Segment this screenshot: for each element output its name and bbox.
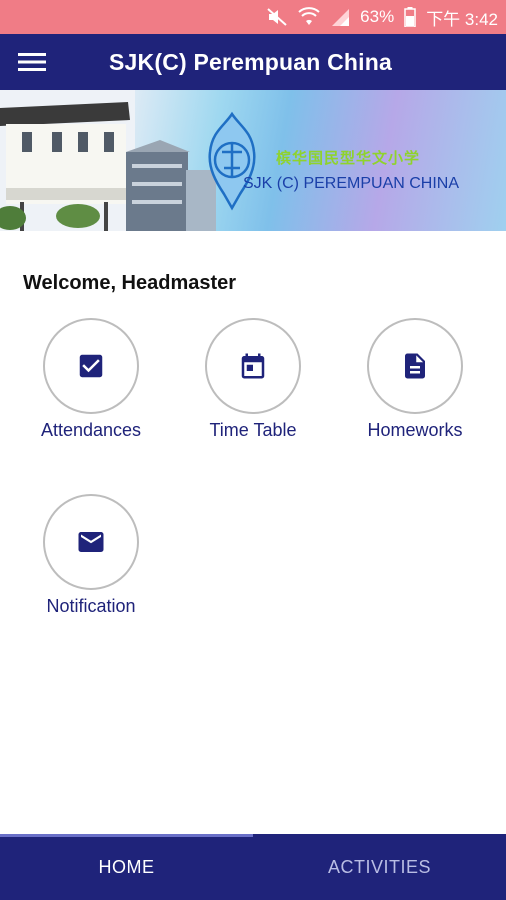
hamburger-menu-icon[interactable] — [0, 34, 64, 90]
bottom-navigation: HOME ACTIVITIES — [0, 834, 506, 900]
welcome-text: Welcome, Headmaster — [23, 272, 237, 294]
time-table-circle[interactable] — [205, 318, 301, 414]
banner-chinese-name: 槟华国民型华文小学 — [276, 150, 421, 167]
time-table-label: Time Table — [209, 420, 297, 440]
status-bar: 63% 下午 3:42 — [0, 0, 506, 34]
time-table-tile[interactable]: Time Table — [172, 318, 334, 441]
signal-icon — [330, 7, 350, 27]
battery-icon — [404, 7, 416, 27]
mute-icon — [266, 7, 288, 27]
battery-percent: 63% — [360, 7, 395, 26]
notification-circle[interactable] — [43, 494, 139, 590]
mail-icon — [78, 532, 104, 552]
app-title: SJK(C) Perempuan China — [109, 48, 393, 75]
app-bar: SJK(C) Perempuan China — [0, 34, 506, 90]
wifi-icon — [298, 7, 320, 27]
tab-home[interactable]: HOME — [0, 834, 253, 900]
banner-english-name: SJK (C) PEREMPUAN CHINA — [243, 175, 460, 192]
homeworks-circle[interactable] — [367, 318, 463, 414]
school-crest-icon — [208, 111, 256, 211]
document-icon — [405, 353, 425, 379]
homeworks-label: Homeworks — [367, 420, 463, 440]
checkbox-icon — [79, 354, 103, 378]
attendances-tile[interactable]: Attendances — [10, 318, 172, 441]
notification-tile[interactable]: Notification — [10, 494, 172, 617]
status-time: 下午 3:42 — [426, 9, 498, 29]
calendar-icon — [241, 353, 265, 379]
attendances-circle[interactable] — [43, 318, 139, 414]
notification-label: Notification — [46, 596, 136, 616]
school-building-illustration — [0, 90, 256, 231]
attendances-label: Attendances — [40, 420, 142, 440]
tab-activities[interactable]: ACTIVITIES — [253, 834, 506, 900]
homeworks-tile[interactable]: Homeworks — [334, 318, 496, 441]
school-banner: 槟华国民型华文小学 SJK (C) PEREMPUAN CHINA — [0, 90, 506, 231]
